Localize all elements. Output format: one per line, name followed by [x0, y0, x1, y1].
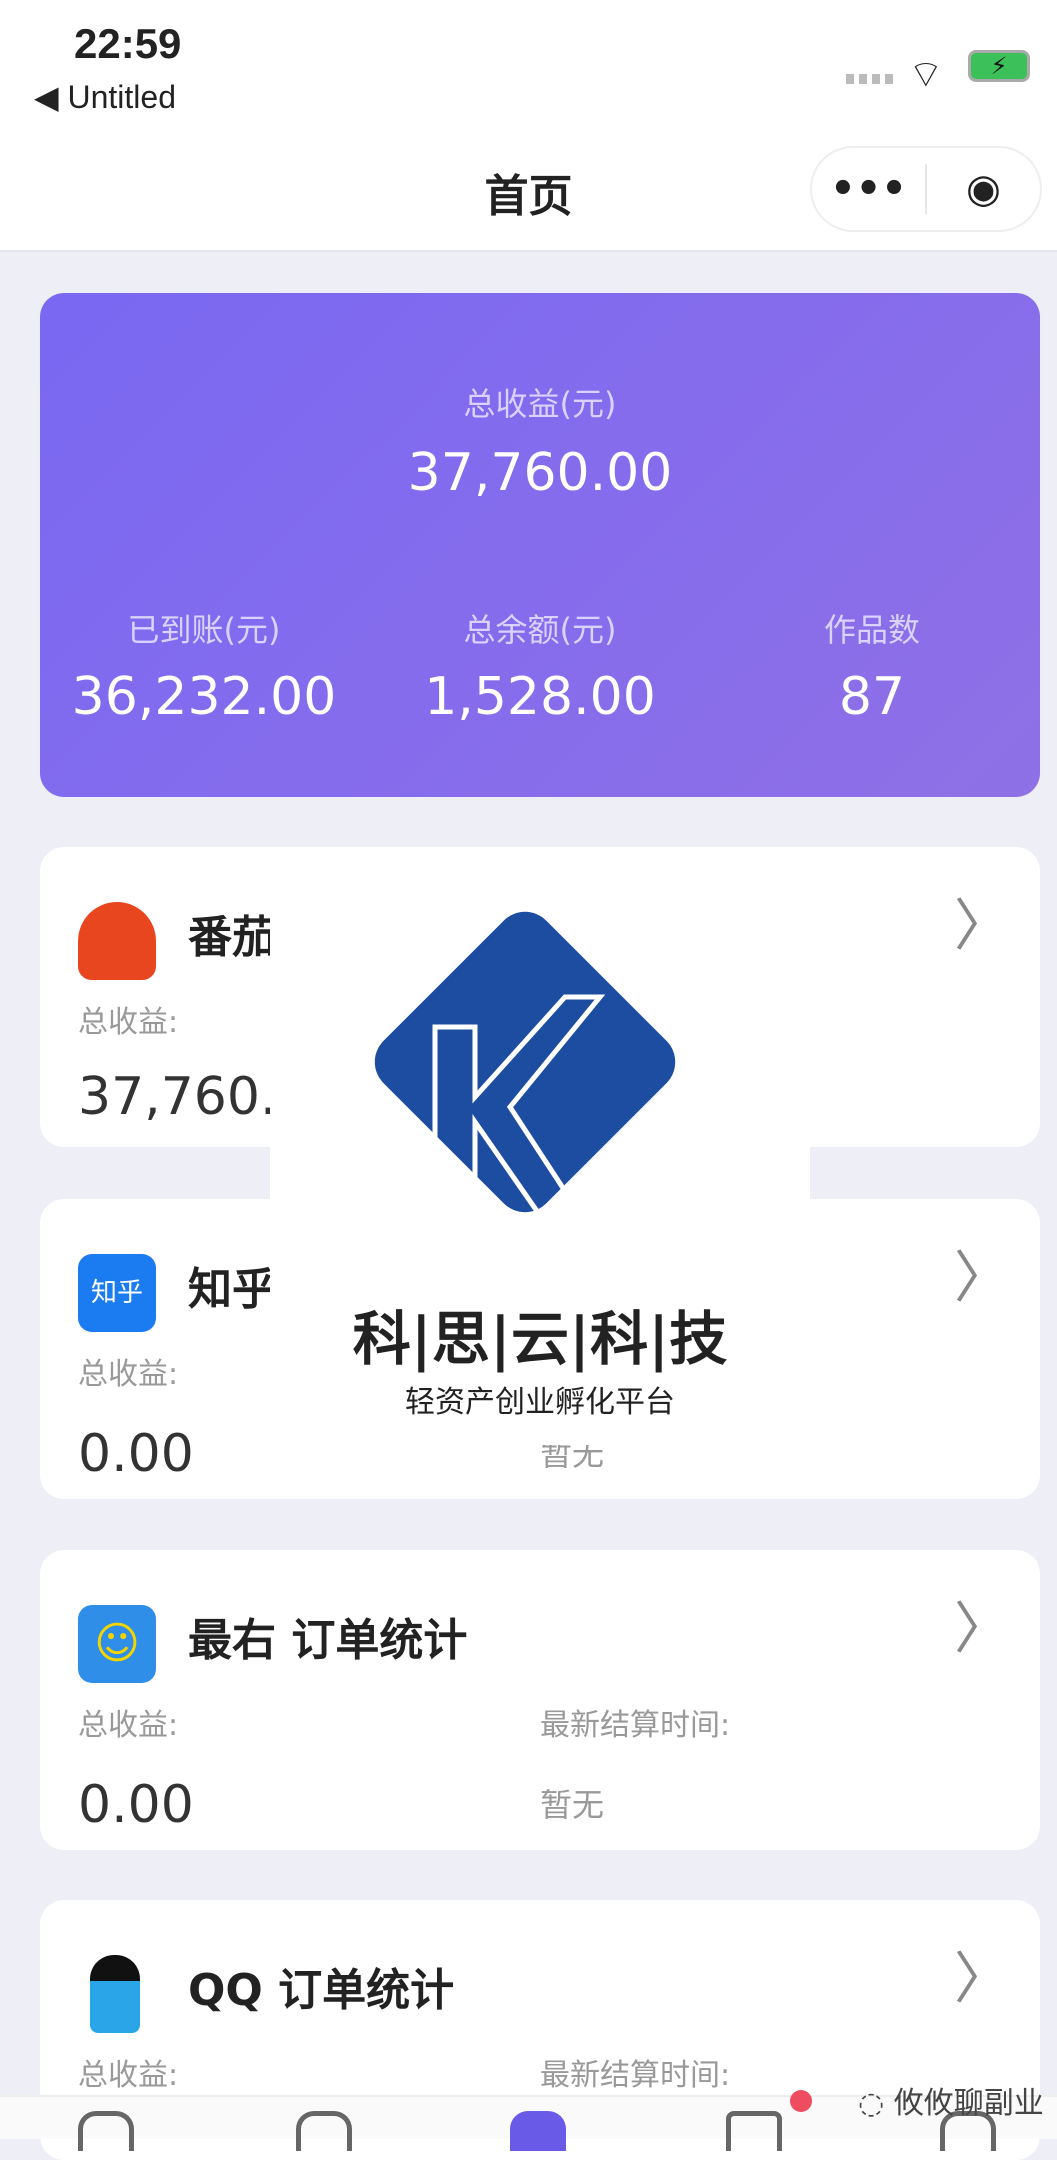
- total-earnings-value: 37,760.00: [407, 443, 673, 503]
- clock: 22:59: [74, 20, 182, 67]
- balance-value: 1,528.00: [424, 667, 656, 727]
- earnings-value: 37,760.: [78, 1067, 277, 1127]
- earnings-label: 总收益:: [78, 2058, 179, 2093]
- earnings-label: 总收益:: [78, 1005, 179, 1040]
- close-miniprogram-icon[interactable]: ◉: [927, 166, 1040, 212]
- wechat-icon: ◌: [858, 2086, 894, 2121]
- platform-title: QQ 订单统计: [188, 1965, 455, 2016]
- tab-discover-icon[interactable]: [296, 2111, 352, 2151]
- earnings-summary-card: 总收益(元) 37,760.00 已到账(元) 36,232.00 总余额(元)…: [40, 293, 1040, 797]
- earnings-label: 总收益:: [78, 1357, 179, 1392]
- status-bar: 22:59 ◀ Untitled ⌔ ⚡: [0, 0, 1057, 150]
- tab-home-icon[interactable]: [78, 2111, 134, 2151]
- earnings-value: 0.00: [78, 1424, 194, 1484]
- settlement-time-label: 最新结算时间:: [540, 1708, 731, 1743]
- tomato-app-icon: [78, 902, 156, 980]
- zhihu-app-icon: 知乎: [78, 1254, 156, 1332]
- watermark-brand: 科|思|云|科|技: [352, 1305, 728, 1373]
- more-icon[interactable]: •••: [812, 166, 925, 212]
- notification-badge: [790, 2090, 812, 2112]
- total-earnings-label: 总收益(元): [463, 385, 617, 423]
- chevron-right-icon[interactable]: 〉: [954, 1584, 1010, 1665]
- balance-label: 总余额(元): [463, 611, 617, 649]
- miniprogram-capsule: ••• ◉: [810, 146, 1042, 232]
- platform-title: 最右 订单统计: [188, 1615, 468, 1666]
- earnings-value: 0.00: [78, 1775, 194, 1835]
- received-value: 36,232.00: [71, 667, 337, 727]
- settlement-time-label: 最新结算时间:: [540, 2058, 731, 2093]
- signal-icon: [846, 74, 893, 84]
- settlement-time-value: 暂无: [540, 1786, 605, 1824]
- received-label: 已到账(元): [127, 611, 281, 649]
- works-count-value: 87: [838, 667, 906, 727]
- tab-messages-icon[interactable]: [726, 2111, 782, 2151]
- watermark-slogan: 轻资产创业孵化平台: [405, 1385, 675, 1420]
- watermark-logo: 科|思|云|科|技 轻资产创业孵化平台: [270, 897, 810, 1445]
- battery-charging-icon: ⚡: [968, 50, 1030, 82]
- account-name: 攸攸聊副业: [893, 2086, 1044, 2121]
- k-logo-icon: [374, 911, 676, 1245]
- nav-bar: 首页 ••• ◉: [0, 130, 1057, 252]
- qq-reading-app-icon: [90, 1955, 140, 2033]
- tab-earnings-icon[interactable]: [510, 2111, 566, 2151]
- platform-title: 番茄: [188, 912, 276, 963]
- chevron-right-icon[interactable]: 〉: [954, 1934, 1010, 2015]
- wifi-icon: ⌔: [908, 52, 944, 96]
- chevron-right-icon[interactable]: 〉: [954, 1233, 1010, 1314]
- platform-card-zuiyou[interactable]: ☺ 最右 订单统计 〉 总收益: 最新结算时间: 0.00 暂无: [40, 1550, 1040, 1850]
- chevron-right-icon[interactable]: 〉: [954, 881, 1010, 962]
- wechat-account-watermark: ◌ 攸攸聊副业: [858, 2078, 1044, 2122]
- earnings-label: 总收益:: [78, 1708, 179, 1743]
- platform-title: 知乎: [188, 1264, 276, 1315]
- works-count-label: 作品数: [823, 611, 920, 649]
- back-to-app-link[interactable]: ◀ Untitled: [34, 78, 176, 116]
- zuiyou-app-icon: ☺: [78, 1605, 156, 1683]
